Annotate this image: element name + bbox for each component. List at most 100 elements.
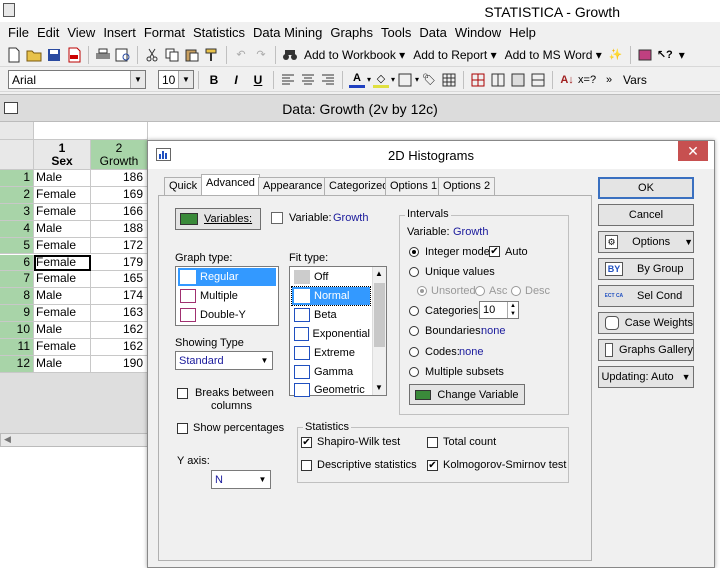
font-size-select[interactable]: 10 ▼ <box>158 70 194 89</box>
sparkle-wand-icon[interactable]: ✨ <box>608 47 624 63</box>
table-cell-growth[interactable]: 165 <box>91 271 148 289</box>
table-cell-sex[interactable]: Female <box>34 186 91 204</box>
table-cell-growth[interactable]: 186 <box>91 170 148 187</box>
integer-mode-radio[interactable] <box>409 247 419 257</box>
add-to-workbook-button[interactable]: Add to Workbook ▾ <box>304 48 405 62</box>
menu-file[interactable]: File <box>8 25 29 40</box>
save-icon[interactable] <box>46 47 62 63</box>
codes-radio[interactable] <box>409 347 419 357</box>
by-group-button[interactable]: BY By Group <box>598 258 694 280</box>
row-header[interactable]: 3 <box>0 203 34 221</box>
menu-data[interactable]: Data <box>419 25 446 40</box>
table-cell-growth[interactable]: 162 <box>91 322 148 339</box>
fit-type-list[interactable]: Off Normal Beta Exponential Extreme Gamm… <box>289 266 387 399</box>
row-header-corner[interactable] <box>0 140 34 170</box>
menu-format[interactable]: Format <box>144 25 185 40</box>
print-icon[interactable] <box>95 47 111 63</box>
row-header[interactable]: 9 <box>0 305 34 323</box>
y-axis-select[interactable]: N ▼ <box>211 470 271 489</box>
row-header[interactable]: 1 <box>0 170 34 187</box>
options-button[interactable]: ⚙ Options ▼ <box>598 231 694 253</box>
graph-type-list[interactable]: Regular Multiple Double-Y <box>175 266 279 326</box>
underline-button[interactable]: U <box>249 71 267 89</box>
list-item-normal[interactable]: Normal <box>291 286 371 306</box>
row-header[interactable]: 4 <box>0 220 34 238</box>
vertical-scrollbar[interactable]: ▲ ▼ <box>372 267 386 395</box>
case-weights-button[interactable]: Case Weights <box>598 312 694 334</box>
close-button[interactable]: ✕ <box>678 141 708 161</box>
align-center-icon[interactable] <box>300 72 316 88</box>
tab-options-1[interactable]: Options 1 <box>385 177 443 195</box>
insert-cells-icon[interactable] <box>490 72 506 88</box>
auto-checkbox[interactable]: ✔ <box>489 246 500 257</box>
book-icon[interactable] <box>637 47 653 63</box>
toolbar-overflow-icon[interactable]: ▾ <box>679 48 685 62</box>
tab-advanced[interactable]: Advanced <box>201 174 260 196</box>
equation-icon[interactable]: x=? <box>578 72 596 88</box>
bold-button[interactable]: B <box>205 71 223 89</box>
table-cell-growth[interactable]: 162 <box>91 339 148 356</box>
help-pointer-icon[interactable]: ↖? <box>657 47 673 63</box>
menu-graphs[interactable]: Graphs <box>330 25 373 40</box>
row-header[interactable]: 11 <box>0 339 34 356</box>
horizontal-scrollbar[interactable]: ◀ <box>0 433 148 447</box>
table-cell-sex[interactable]: Female <box>34 203 91 221</box>
merge-cells-icon[interactable] <box>510 72 526 88</box>
scroll-up-icon[interactable]: ▲ <box>375 269 383 278</box>
list-item-regular[interactable]: Regular <box>178 268 276 286</box>
border-icon[interactable] <box>397 72 413 88</box>
showing-type-select[interactable]: Standard ▼ <box>175 351 273 370</box>
tag-icon[interactable]: 🏷 <box>421 72 437 88</box>
font-color-icon[interactable]: A <box>349 72 365 88</box>
open-folder-icon[interactable] <box>26 47 42 63</box>
multiple-subsets-radio[interactable] <box>409 367 419 377</box>
row-header[interactable]: 8 <box>0 288 34 306</box>
binoculars-icon[interactable] <box>282 47 298 63</box>
table-cell-growth[interactable]: 163 <box>91 305 148 323</box>
menu-statistics[interactable]: Statistics <box>193 25 245 40</box>
pdf-icon[interactable] <box>66 47 82 63</box>
table-cell-growth[interactable]: 179 <box>91 254 148 272</box>
scroll-thumb[interactable] <box>374 283 385 347</box>
row-header[interactable]: 5 <box>0 237 34 255</box>
table-cell-sex[interactable]: Female <box>34 305 91 323</box>
font-select[interactable]: Arial ▼ <box>8 70 146 89</box>
undo-icon[interactable]: ↶ <box>233 47 249 63</box>
unique-values-radio[interactable] <box>409 267 419 277</box>
table-cell-growth[interactable]: 174 <box>91 288 148 306</box>
total-count-checkbox[interactable] <box>427 437 438 448</box>
menu-help[interactable]: Help <box>509 25 536 40</box>
list-item-exponential[interactable]: Exponential <box>292 325 370 343</box>
updating-auto-button[interactable]: Updating: Auto ▼ <box>598 366 694 388</box>
ok-button[interactable]: OK <box>598 177 694 199</box>
table-cell-growth[interactable]: 166 <box>91 203 148 221</box>
table-cell-growth[interactable]: 172 <box>91 237 148 255</box>
vars-button[interactable]: Vars <box>623 73 647 87</box>
list-item-beta[interactable]: Beta <box>292 306 370 324</box>
delete-cells-icon[interactable] <box>530 72 546 88</box>
tab-appearance[interactable]: Appearance <box>258 177 328 195</box>
scroll-left-icon[interactable]: ◀ <box>4 434 11 445</box>
sort-icon[interactable]: A↓ <box>559 72 575 88</box>
add-to-report-button[interactable]: Add to Report ▾ <box>413 48 496 62</box>
show-percentages-checkbox[interactable] <box>177 423 188 434</box>
menu-data-mining[interactable]: Data Mining <box>253 25 322 40</box>
menu-window[interactable]: Window <box>455 25 501 40</box>
descriptive-statistics-checkbox[interactable] <box>301 460 312 471</box>
add-to-msword-button[interactable]: Add to MS Word ▾ <box>505 48 602 62</box>
sel-cond-button[interactable]: SELECT CASES Sel Cond <box>598 285 694 307</box>
scroll-down-icon[interactable]: ▼ <box>375 383 383 392</box>
tab-options-2[interactable]: Options 2 <box>438 177 496 195</box>
list-item-off[interactable]: Off <box>292 268 370 286</box>
paste-icon[interactable] <box>184 47 200 63</box>
list-item-extreme[interactable]: Extreme <box>292 344 370 362</box>
cut-icon[interactable] <box>144 47 160 63</box>
list-item-geometric[interactable]: Geometric <box>292 381 370 399</box>
tab-categorized[interactable]: Categorized <box>324 177 394 195</box>
table-cell-growth[interactable]: 169 <box>91 186 148 204</box>
table-cell-sex[interactable]: Female <box>34 254 91 272</box>
table-cell-sex[interactable]: Male <box>34 220 91 238</box>
kolmogorov-smirnov-checkbox[interactable]: ✔ <box>427 460 438 471</box>
copy-icon[interactable] <box>164 47 180 63</box>
unsorted-radio[interactable] <box>417 286 427 296</box>
